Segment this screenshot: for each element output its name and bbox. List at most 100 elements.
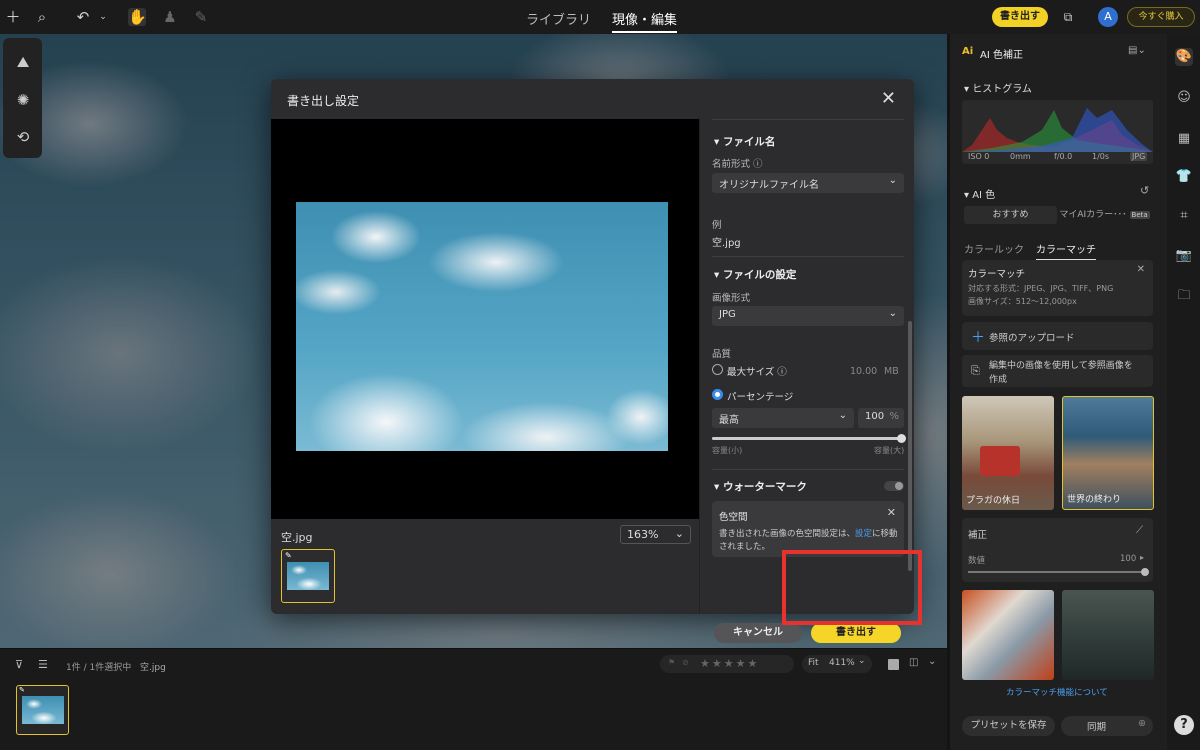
export-confirm-button[interactable]: 書き出す xyxy=(811,623,901,643)
watermark-toggle[interactable] xyxy=(884,481,904,491)
clothing-icon[interactable]: 👕 xyxy=(1175,168,1193,186)
color-match-preset-abstract[interactable] xyxy=(962,590,1054,680)
hand-icon[interactable]: ✋ xyxy=(128,8,147,26)
flag-icon[interactable]: ⚑ xyxy=(668,658,675,667)
slider-handle[interactable] xyxy=(1141,568,1149,576)
section-file-settings[interactable]: ▾ ファイルの設定 xyxy=(714,267,796,282)
color-match-preset-harbor[interactable] xyxy=(1062,590,1154,680)
export-button[interactable]: 書き出す xyxy=(992,7,1048,27)
meta-focal: 0mm xyxy=(1010,152,1031,161)
top-bar: ＋ ⌕ ↶ ⌄ ✋ ♟ ✎ ライブラリ 現像・編集 書き出す ⧉ A 今すぐ購入 xyxy=(0,0,1200,34)
beta-badge: Beta xyxy=(1129,211,1150,219)
use-current-image-button[interactable]: ⎘ 編集中の画像を使用して参照画像を 作成 xyxy=(962,355,1153,387)
preview-zoom-select[interactable]: 163% ⌄ xyxy=(620,525,691,544)
reject-icon[interactable]: ⊘ xyxy=(682,658,689,667)
section-filename[interactable]: ▾ ファイル名 xyxy=(714,134,775,149)
quality-percent-input[interactable]: 100 % xyxy=(858,408,904,428)
rating-bar[interactable]: ⚑ ⊘ ★★★★★ xyxy=(660,655,794,673)
info-icon[interactable]: ⓘ xyxy=(777,367,787,378)
section-ai-color[interactable]: ▾ AI 色 xyxy=(964,186,995,201)
folder-settings-icon[interactable]: 🗀 xyxy=(1175,287,1193,305)
layers-icon[interactable]: ▦ xyxy=(1175,130,1193,148)
percent-unit: % xyxy=(889,411,899,422)
tab-recommended[interactable]: おすすめ xyxy=(964,206,1057,224)
preview-thumbnail[interactable]: ✎ xyxy=(281,549,335,603)
settings-link[interactable]: 設定 xyxy=(855,529,872,539)
tab-color-look[interactable]: カラールック xyxy=(964,241,1024,256)
sync-button[interactable]: 同期 ⊕ xyxy=(1061,716,1153,736)
avatar[interactable]: A xyxy=(1098,7,1118,27)
reset-icon[interactable]: ↺ xyxy=(1140,184,1149,197)
save-preset-button[interactable]: プリセットを保存 xyxy=(962,716,1055,736)
tab-my-ai-color[interactable]: マイAIカラー･･･ Beta xyxy=(1058,206,1151,224)
single-view-icon[interactable] xyxy=(888,659,899,670)
help-icon[interactable]: ? xyxy=(1174,715,1194,735)
tab-library[interactable]: ライブラリ xyxy=(526,9,591,28)
fit-label[interactable]: Fit xyxy=(808,658,819,668)
search-icon[interactable]: ⌕ xyxy=(33,8,51,26)
quality-preset-select[interactable]: 最高 ⌄ xyxy=(712,408,854,428)
export-queue-icon[interactable]: ⧉ xyxy=(1059,8,1077,26)
max-size-label: 最大サイズ ⓘ xyxy=(727,364,787,378)
panel-layout-icon[interactable]: ▤⌄ xyxy=(1128,45,1146,56)
stamp-icon[interactable]: ♟ xyxy=(161,8,179,26)
percentage-radio[interactable] xyxy=(712,389,723,400)
color-match-preset-prague[interactable]: プラガの休日 xyxy=(962,396,1054,510)
chevron-down-icon: ⌄ xyxy=(888,308,897,319)
name-format-value: オリジナルファイル名 xyxy=(719,180,819,191)
palette-icon[interactable]: 🎨 xyxy=(1175,48,1193,66)
slider-handle[interactable] xyxy=(897,434,906,443)
zoom-control[interactable]: Fit 411% ⌄ xyxy=(802,655,872,673)
star-rating[interactable]: ★★★★★ xyxy=(700,657,759,670)
magic-wand-icon[interactable]: ⟋ xyxy=(1136,525,1143,536)
max-size-value[interactable]: 10.00 xyxy=(850,366,877,377)
crop-icon[interactable]: ⌗ xyxy=(1175,207,1193,225)
section-file-settings-label: ファイルの設定 xyxy=(722,269,797,281)
chevron-right-icon[interactable]: ▸ xyxy=(1140,553,1144,562)
amount-slider[interactable] xyxy=(968,568,1149,576)
color-match-preset-world-end[interactable]: 世界の終わり xyxy=(1062,396,1154,510)
meta-format: JPG xyxy=(1130,152,1148,161)
tab-develop[interactable]: 現像・編集 xyxy=(612,9,678,33)
brush-icon[interactable]: ✎ xyxy=(192,8,210,26)
undo-icon[interactable]: ↶ xyxy=(74,8,92,26)
section-histogram[interactable]: ▾ ヒストグラム xyxy=(964,80,1032,95)
compare-view-icon[interactable]: ◫ xyxy=(909,657,918,668)
card-formats: 対応する形式：JPEG、JPG、TIFF、PNG xyxy=(968,284,1114,293)
filmstrip-thumbnail[interactable]: ✎ xyxy=(16,685,69,735)
name-format-select[interactable]: オリジナルファイル名 ⌄ xyxy=(712,173,904,193)
image-format-select[interactable]: JPG ⌄ xyxy=(712,306,904,326)
preset-caption: 世界の終わり xyxy=(1067,495,1122,505)
chevron-down-icon[interactable]: ⌄ xyxy=(928,656,936,667)
aperture-icon[interactable]: ✺ xyxy=(13,90,33,110)
upload-reference-button[interactable]: ＋ 参照のアップロード xyxy=(962,322,1153,350)
close-icon[interactable]: ✕ xyxy=(887,506,896,519)
color-space-notice: 色空間 ✕ 書き出された画像の色空間設定は、設定に移動 されました。 xyxy=(712,501,904,557)
cancel-button[interactable]: キャンセル xyxy=(714,623,802,643)
edited-icon: ✎ xyxy=(19,686,25,694)
camera-icon[interactable]: 📷 xyxy=(1175,247,1193,265)
chevron-down-icon[interactable]: ⌄ xyxy=(94,8,112,26)
about-color-match-link[interactable]: カラーマッチ機能について xyxy=(1006,686,1108,698)
info-icon[interactable]: ⓘ xyxy=(753,159,763,170)
portrait-icon[interactable]: ☺ xyxy=(1175,89,1193,107)
close-icon[interactable]: ✕ xyxy=(1137,264,1145,275)
amount-value[interactable]: 100 xyxy=(1120,554,1136,564)
export-settings-panel: ▾ ファイル名 名前形式 ⓘ オリジナルファイル名 ⌄ 例 空.jpg ▾ ファ… xyxy=(699,119,914,643)
history-icon[interactable]: ⟲ xyxy=(13,127,33,147)
chevron-down-icon: ⌄ xyxy=(838,410,847,421)
sync-settings-icon[interactable]: ⊕ xyxy=(1138,718,1146,729)
sort-icon[interactable]: ☰ xyxy=(38,658,48,671)
max-size-radio[interactable] xyxy=(712,364,723,375)
preview-filename: 空.jpg xyxy=(281,531,313,544)
add-icon[interactable]: ＋ xyxy=(4,8,22,26)
quality-slider[interactable] xyxy=(712,434,906,443)
section-watermark[interactable]: ▾ ウォーターマーク xyxy=(714,479,807,494)
mountain-ai-icon[interactable]: ⛰ xyxy=(13,52,33,72)
filter-icon[interactable]: ⊽ xyxy=(15,658,23,671)
zoom-level[interactable]: 411% xyxy=(829,658,855,668)
tab-color-match[interactable]: カラーマッチ xyxy=(1036,241,1096,261)
buy-now-button[interactable]: 今すぐ購入 xyxy=(1127,7,1195,27)
settings-scrollbar[interactable] xyxy=(908,321,912,571)
close-icon[interactable]: ✕ xyxy=(881,88,896,109)
